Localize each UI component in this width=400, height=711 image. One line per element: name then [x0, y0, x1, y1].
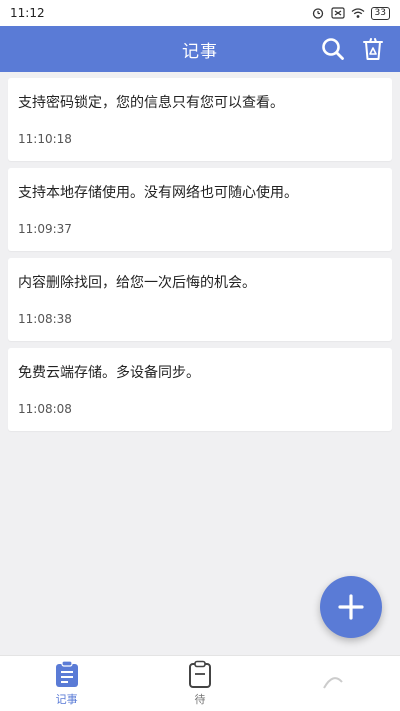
- nav-item-todo[interactable]: 待: [133, 656, 266, 711]
- nav-item-notes[interactable]: 记事: [0, 656, 133, 711]
- recycle-bin-button[interactable]: [360, 36, 386, 62]
- note-text: 支持本地存储使用。没有网络也可随心使用。: [18, 185, 298, 201]
- note-card[interactable]: 支持本地存储使用。没有网络也可随心使用。 11:09:37: [8, 168, 392, 251]
- note-card[interactable]: 内容删除找回，给您一次后悔的机会。 11:08:38: [8, 258, 392, 341]
- note-text: 免费云端存储。多设备同步。: [18, 365, 200, 381]
- search-button[interactable]: [320, 36, 346, 62]
- note-time: 11:10:18: [18, 132, 72, 146]
- note-text: 支持密码锁定，您的信息只有您可以查看。: [18, 95, 284, 111]
- status-time: 11:12: [10, 6, 45, 20]
- app-bar: 记事: [0, 26, 400, 72]
- notes-list: 支持密码锁定，您的信息只有您可以查看。 11:10:18 支持本地存储使用。没有…: [0, 72, 400, 431]
- note-time: 11:09:37: [18, 222, 72, 236]
- note-card[interactable]: 支持密码锁定，您的信息只有您可以查看。 11:10:18: [8, 78, 392, 161]
- alarm-icon: [312, 8, 323, 19]
- page-title: 记事: [182, 41, 218, 62]
- more-icon: [323, 677, 344, 689]
- plus-icon: [338, 594, 364, 620]
- nav-item-more[interactable]: [267, 656, 400, 711]
- notepad-icon: [55, 660, 78, 687]
- status-bar: 11:12 33: [0, 0, 400, 26]
- bottom-nav: 记事 待: [0, 655, 400, 711]
- search-icon: [322, 38, 344, 60]
- note-time: 11:08:38: [18, 312, 72, 326]
- status-icons: 33: [311, 6, 390, 20]
- trash-restore-icon: [363, 38, 383, 60]
- note-time: 11:08:08: [18, 402, 72, 416]
- sim-icon: [330, 7, 345, 19]
- wifi-icon: [351, 8, 364, 18]
- app-actions: [320, 26, 386, 72]
- nav-label: 待: [194, 693, 206, 706]
- note-text: 内容删除找回，给您一次后悔的机会。: [18, 275, 256, 291]
- nav-label: 记事: [55, 693, 78, 706]
- note-card[interactable]: 免费云端存储。多设备同步。 11:08:08: [8, 348, 392, 431]
- add-note-button[interactable]: [320, 576, 382, 638]
- clipboard-icon: [188, 660, 211, 688]
- battery-indicator: 33: [370, 6, 390, 20]
